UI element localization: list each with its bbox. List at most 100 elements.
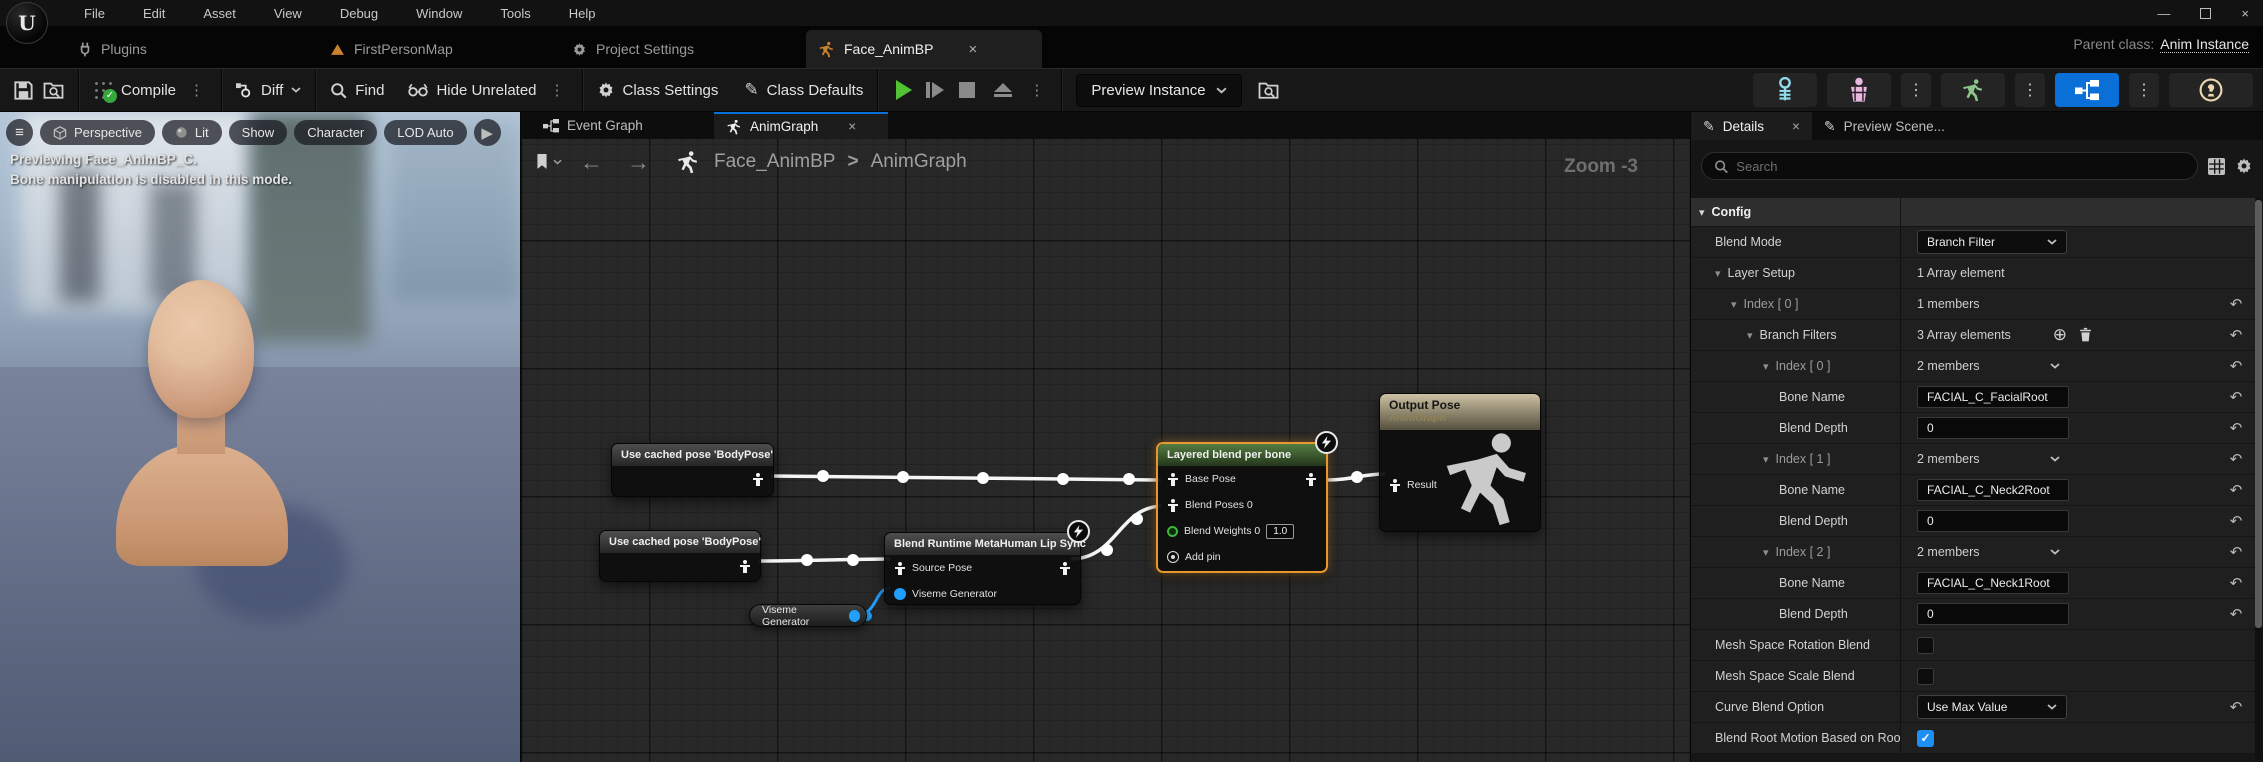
reset-to-default-button[interactable]: ↶ [2230,698,2243,716]
reset-to-default-button[interactable]: ↶ [2230,512,2243,530]
details-property-row[interactable]: Mesh Space Rotation Blend [1691,630,2255,661]
details-property-row[interactable]: Curve Blend OptionUse Max Value↶ [1691,692,2255,723]
preview-instance-dropdown[interactable]: Preview Instance [1076,74,1241,107]
menu-help[interactable]: Help [569,6,596,21]
chevron-down-icon[interactable] [2050,543,2060,561]
stop-button[interactable] [959,82,975,98]
menu-window[interactable]: Window [416,6,462,21]
menu-file[interactable]: File [84,6,105,21]
reset-to-default-button[interactable]: ↶ [2230,450,2243,468]
details-property-row[interactable]: ▾Index [ 0 ]2 members↶ [1691,351,2255,382]
add-pin-icon[interactable] [1167,551,1179,563]
node-use-cached-pose-2[interactable]: Use cached pose 'BodyPose' [599,530,761,582]
tab-event-graph[interactable]: Event Graph [531,112,655,139]
details-property-row[interactable]: Blend Root Motion Based on Root...✓ [1691,723,2255,754]
value-input[interactable]: 0 [1917,510,2069,532]
tab-animgraph[interactable]: AnimGraph × [714,112,888,139]
mesh-options-kebab[interactable]: ⋮ [1901,73,1931,107]
value-input[interactable]: 0 [1917,417,2069,439]
details-property-row[interactable]: ▾Branch Filters3 Array elements⊕↶ [1691,320,2255,351]
animgraph-canvas[interactable]: Event Graph AnimGraph × ← → Face_AnimBP … [520,112,1690,762]
physics-editor-button[interactable] [2169,73,2253,107]
expander-arrow-icon[interactable]: ▾ [1699,206,1705,219]
pose-output-pin[interactable] [739,560,751,573]
details-property-row[interactable]: Bone NameFACIAL_C_Neck1Root↶ [1691,568,2255,599]
details-search-box[interactable] [1701,152,2198,180]
details-property-row[interactable]: Bone NameFACIAL_C_FacialRoot↶ [1691,382,2255,413]
browse-asset-button[interactable] [43,81,64,99]
unreal-engine-logo[interactable]: U [6,2,48,44]
nav-forward-button[interactable]: → [627,149,650,176]
value-dropdown[interactable]: Branch Filter [1917,230,2067,254]
scrollbar-thumb[interactable] [2255,200,2262,628]
node-blend-runtime-metahuman-lipsync[interactable]: Blend Runtime MetaHuman Lip Sync Source … [884,532,1081,605]
compile-options-kebab[interactable]: ⋮ [186,81,207,99]
details-property-row[interactable]: ▾Index [ 0 ]1 members↶ [1691,289,2255,320]
value-input[interactable]: 0 [1917,603,2069,625]
display-filter-grid-icon[interactable] [2208,158,2225,175]
menu-debug[interactable]: Debug [340,6,378,21]
pose-output-pin[interactable] [1305,473,1317,486]
eject-button[interactable] [994,83,1012,97]
expander-arrow-icon[interactable]: ▾ [1731,298,1737,311]
object-output-pin[interactable] [849,610,860,622]
float-input-pin[interactable] [1167,526,1178,537]
menu-view[interactable]: View [274,6,302,21]
lod-dropdown[interactable]: LOD Auto [384,120,466,145]
tab-project-settings[interactable]: Project Settings [560,30,706,68]
anim-blueprint-editor-button[interactable] [2055,73,2119,107]
reset-to-default-button[interactable]: ↶ [2230,326,2243,344]
details-property-row[interactable]: Mesh Space Scale Blend [1691,661,2255,692]
compile-button[interactable]: ✓ Compile [93,80,176,100]
class-settings-button[interactable]: Class Settings [597,81,719,99]
class-defaults-button[interactable]: ✎ Class Defaults [744,80,863,100]
expander-arrow-icon[interactable]: ▾ [1747,329,1753,342]
reset-to-default-button[interactable]: ↶ [2230,388,2243,406]
diff-button[interactable]: Diff [236,82,301,99]
node-viseme-generator-variable[interactable]: Viseme Generator [749,604,867,627]
search-input[interactable] [1736,159,2185,174]
bookmarks-button[interactable] [535,154,562,170]
details-property-row[interactable]: Blend Depth0↶ [1691,506,2255,537]
tab-preview-scene[interactable]: ✎ Preview Scene... [1812,112,1957,140]
menu-edit[interactable]: Edit [143,6,165,21]
reset-to-default-button[interactable]: ↶ [2230,605,2243,623]
animation-editor-button[interactable] [1941,73,2005,107]
expander-arrow-icon[interactable]: ▾ [1763,546,1769,559]
checkbox[interactable]: ✓ [1917,730,1934,747]
details-property-row[interactable]: ▾Index [ 2 ]2 members↶ [1691,537,2255,568]
pose-output-pin[interactable] [752,473,764,486]
minimize-button[interactable]: — [2157,6,2170,21]
expander-arrow-icon[interactable]: ▾ [1715,267,1721,280]
hide-unrelated-kebab[interactable]: ⋮ [547,81,568,99]
value-input[interactable]: FACIAL_C_FacialRoot [1917,386,2069,408]
chevron-down-icon[interactable] [2050,357,2060,375]
hide-unrelated-button[interactable]: Hide Unrelated [408,82,536,99]
details-property-row[interactable]: Bone NameFACIAL_C_Neck2Root↶ [1691,475,2255,506]
checkbox[interactable] [1917,637,1934,654]
tab-details[interactable]: ✎ Details × [1691,112,1812,140]
viewport-play-button[interactable]: ▶ [474,119,501,146]
pose-input-pin[interactable] [1389,479,1401,492]
show-dropdown[interactable]: Show [229,120,288,145]
perspective-dropdown[interactable]: Perspective [40,120,155,145]
menu-asset[interactable]: Asset [203,6,236,21]
details-property-row[interactable]: ▾Layer Setup1 Array element [1691,258,2255,289]
blend-weight-value[interactable]: 1.0 [1266,524,1294,539]
expander-arrow-icon[interactable]: ▾ [1763,360,1769,373]
pose-output-pin[interactable] [1059,562,1071,575]
preview-viewport[interactable]: ≡ Perspective Lit Show Character LOD Aut… [0,112,520,762]
close-tab-icon[interactable]: × [1792,119,1800,134]
lit-mode-dropdown[interactable]: Lit [162,120,222,145]
add-element-icon[interactable]: ⊕ [2053,325,2067,345]
menu-tools[interactable]: Tools [500,6,530,21]
reset-to-default-button[interactable]: ↶ [2230,481,2243,499]
node-layered-blend-per-bone[interactable]: Layered blend per bone Base Pose Blend P… [1156,442,1328,573]
reset-to-default-button[interactable]: ↶ [2230,357,2243,375]
pose-input-pin[interactable] [1167,499,1179,512]
reset-to-default-button[interactable]: ↶ [2230,295,2243,313]
parent-class-link[interactable]: Anim Instance [2160,36,2249,53]
value-dropdown[interactable]: Use Max Value [1917,695,2067,719]
play-options-kebab[interactable]: ⋮ [1026,81,1047,99]
browse-debug-object-button[interactable] [1258,81,1279,99]
